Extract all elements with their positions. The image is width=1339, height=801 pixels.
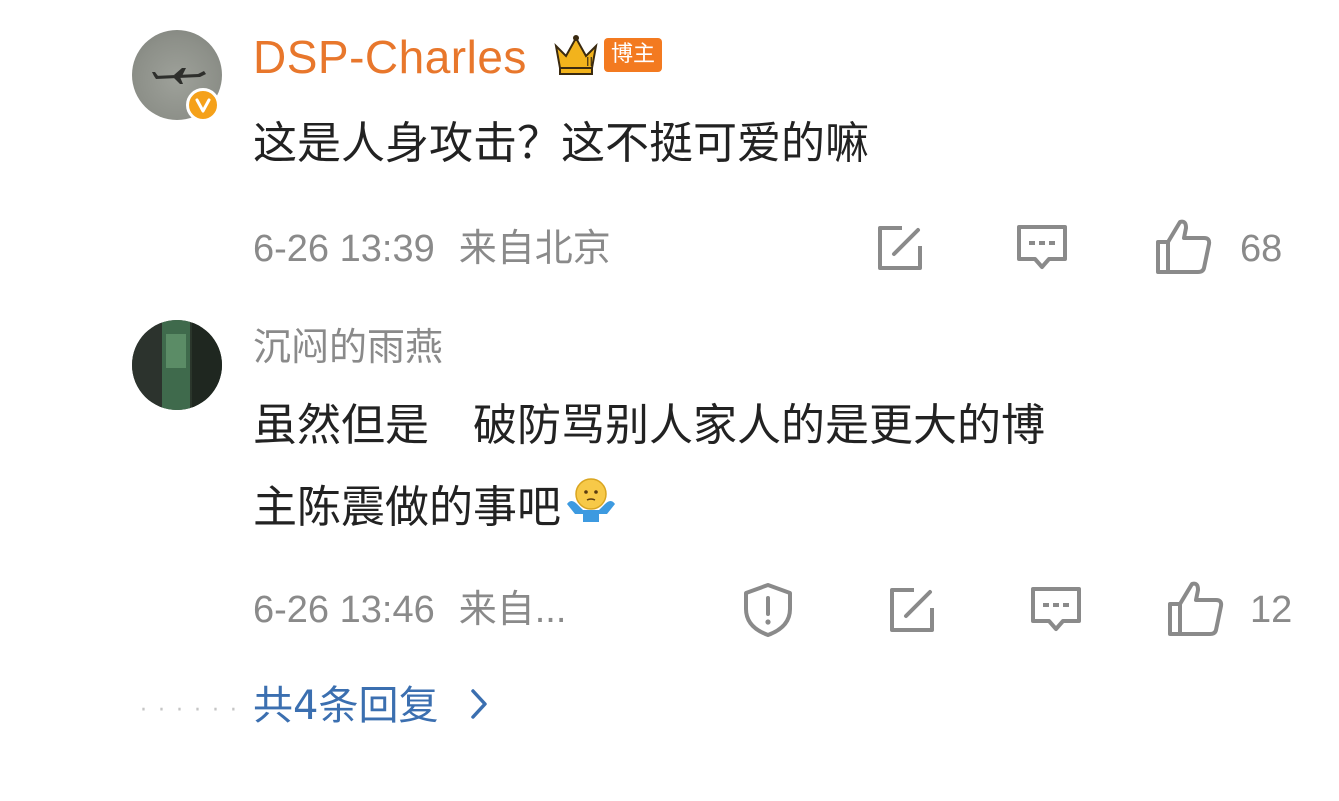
verified-badge-icon [186, 88, 220, 122]
view-replies-label: 共4条回复 [253, 683, 439, 729]
comment-location: 来自... [458, 589, 567, 631]
shrug-emoji-icon [563, 474, 619, 546]
comment-meta: 6-26 13:39 来自北京 [253, 226, 611, 272]
edit-share-icon[interactable] [870, 218, 930, 278]
comment-location: 来自北京 [458, 228, 611, 270]
comment-text-line-2: 主陈震做的事吧 [253, 472, 619, 546]
report-shield-icon[interactable] [738, 580, 798, 640]
like-icon[interactable] [1154, 216, 1214, 276]
comment-icon[interactable] [1026, 580, 1086, 640]
comment-meta: 6-26 13:46 来自... [253, 587, 566, 633]
blogger-badge: 博主 [604, 38, 662, 72]
comment-icon[interactable] [1012, 218, 1072, 278]
avatar-image [132, 320, 222, 410]
chevron-right-icon [469, 682, 489, 734]
like-count: 12 [1250, 589, 1293, 631]
comment-time: 6-26 13:39 [253, 228, 435, 270]
svg-text:II: II [586, 55, 593, 69]
edit-share-icon[interactable] [882, 580, 942, 640]
comment-text: 这是人身攻击？这不挺可爱的嘛 [253, 118, 869, 169]
crown-icon: II [552, 32, 600, 76]
comment-text-line-2-text: 主陈震做的事吧 [253, 482, 561, 533]
thread-dots: · · · · · · [140, 698, 239, 723]
username[interactable]: 沉闷的雨燕 [253, 322, 443, 372]
comment-text-line-1: 虽然但是 破防骂别人家人的是更大的博 [253, 400, 1045, 451]
like-count: 68 [1240, 228, 1283, 270]
view-replies-link[interactable]: 共4条回复 [253, 680, 489, 734]
like-icon[interactable] [1166, 578, 1226, 638]
comment-time: 6-26 13:46 [253, 589, 435, 631]
avatar[interactable] [132, 320, 222, 410]
username[interactable]: DSP-Charles [253, 30, 527, 84]
